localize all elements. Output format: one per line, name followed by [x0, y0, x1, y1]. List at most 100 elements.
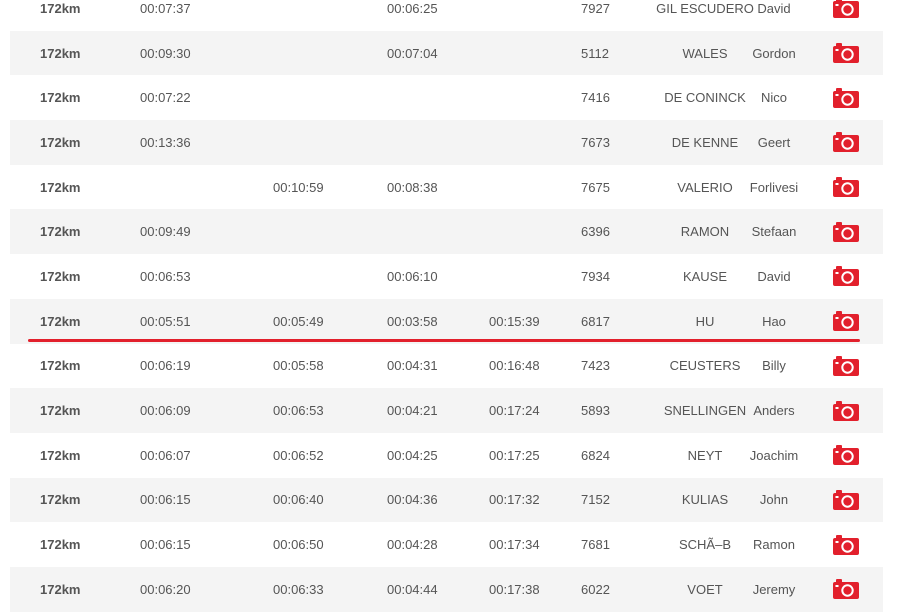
split-time-4-cell: 00:17:34 [489, 537, 540, 553]
split-time-4-cell: 00:17:38 [489, 581, 540, 597]
distance-cell: 172km [40, 313, 81, 329]
table-row: 172km 00:09:49 6396 RAMON Stefaan [10, 209, 883, 255]
photo-link[interactable] [833, 165, 859, 210]
camera-icon[interactable] [833, 579, 859, 600]
photo-link[interactable] [833, 478, 859, 523]
table-row: 172km 00:09:30 00:07:04 5112 WALES Gordo… [10, 30, 883, 76]
bib-number-cell: 6022 [581, 581, 610, 597]
photo-link[interactable] [833, 344, 859, 389]
first-name-cell: Geert [757, 134, 791, 150]
split-time-2-cell: 00:06:50 [273, 537, 324, 553]
table-row: 172km 00:06:15 00:06:40 00:04:36 00:17:3… [10, 477, 883, 523]
table-row: 172km 00:06:20 00:06:33 00:04:44 00:17:3… [10, 566, 883, 612]
split-time-1-cell: 00:06:53 [140, 268, 191, 284]
photo-link[interactable] [833, 522, 859, 567]
results-table: 172km 00:07:37 00:06:25 7927 GIL ESCUDER… [10, 0, 883, 612]
photo-link[interactable] [833, 209, 859, 254]
distance-cell: 172km [40, 90, 81, 106]
distance-cell: 172km [40, 358, 81, 374]
distance-cell: 172km [40, 224, 81, 240]
photo-link[interactable] [833, 120, 859, 165]
distance-cell: 172km [40, 0, 81, 16]
distance-cell: 172km [40, 581, 81, 597]
distance-cell: 172km [40, 492, 81, 508]
distance-cell: 172km [40, 179, 81, 195]
split-time-4-cell: 00:17:25 [489, 447, 540, 463]
table-row: 172km 00:06:19 00:05:58 00:04:31 00:16:4… [10, 344, 883, 389]
bib-number-cell: 6396 [581, 224, 610, 240]
first-name-cell: John [759, 492, 789, 508]
camera-icon[interactable] [833, 445, 859, 466]
split-time-1-cell: 00:06:15 [140, 537, 191, 553]
camera-icon[interactable] [833, 266, 859, 287]
split-time-1-cell: 00:05:51 [140, 313, 191, 329]
photo-link[interactable] [833, 254, 859, 299]
split-time-3-cell: 00:04:25 [387, 447, 438, 463]
bib-number-cell: 7675 [581, 179, 610, 195]
bib-number-cell: 5112 [581, 45, 609, 61]
split-time-3-cell: 00:04:31 [387, 358, 438, 374]
table-row: 172km 00:10:59 00:08:38 7675 VALERIO For… [10, 165, 883, 210]
distance-cell: 172km [40, 45, 81, 61]
photo-link[interactable] [833, 433, 859, 478]
photo-link[interactable] [833, 388, 859, 433]
camera-icon[interactable] [833, 221, 859, 242]
photo-link[interactable] [833, 299, 859, 344]
split-time-4-cell: 00:17:32 [489, 492, 540, 508]
split-time-2-cell: 00:05:49 [273, 313, 324, 329]
first-name-cell: Gordon [752, 45, 796, 61]
first-name-cell: Hao [762, 313, 786, 329]
split-time-3-cell: 00:03:58 [387, 313, 438, 329]
table-row: 172km 00:05:51 00:05:49 00:03:58 00:15:3… [10, 298, 883, 344]
split-time-3-cell: 00:04:21 [387, 403, 438, 419]
camera-icon[interactable] [833, 534, 859, 555]
bib-number-cell: 7423 [581, 358, 610, 374]
split-time-1-cell: 00:06:20 [140, 581, 191, 597]
table-row: 172km 00:07:22 7416 DE CONINCK Nico [10, 75, 883, 120]
split-time-2-cell: 00:06:52 [273, 447, 324, 463]
camera-icon[interactable] [833, 0, 859, 19]
table-row: 172km 00:06:53 00:06:10 7934 KAUSE David [10, 254, 883, 299]
camera-icon[interactable] [833, 489, 859, 510]
first-name-cell: Forlivesi [749, 179, 799, 195]
split-time-1-cell: 00:09:49 [140, 224, 191, 240]
first-name-cell: Stefaan [751, 224, 797, 240]
split-time-1-cell: 00:09:30 [140, 45, 191, 61]
camera-icon[interactable] [833, 132, 859, 153]
photo-link[interactable] [833, 31, 859, 76]
split-time-1-cell: 00:07:22 [140, 90, 191, 106]
split-time-2-cell: 00:06:33 [273, 581, 324, 597]
bib-number-cell: 7681 [581, 537, 610, 553]
first-name-cell: Billy [762, 358, 786, 374]
camera-icon[interactable] [833, 355, 859, 376]
highlight-underline [28, 339, 860, 342]
camera-icon[interactable] [833, 177, 859, 198]
camera-icon[interactable] [833, 43, 859, 64]
split-time-2-cell: 00:06:40 [273, 492, 324, 508]
bib-number-cell: 7927 [581, 0, 610, 16]
distance-cell: 172km [40, 403, 81, 419]
camera-icon[interactable] [833, 87, 859, 108]
first-name-cell: Ramon [753, 537, 795, 553]
split-time-1-cell: 00:06:09 [140, 403, 191, 419]
split-time-3-cell: 00:06:10 [387, 268, 438, 284]
distance-cell: 172km [40, 447, 81, 463]
photo-link[interactable] [833, 75, 859, 120]
first-name-cell: Anders [753, 403, 795, 419]
photo-link[interactable] [833, 567, 859, 612]
camera-icon[interactable] [833, 311, 859, 332]
split-time-3-cell: 00:08:38 [387, 179, 438, 195]
bib-number-cell: 7416 [581, 90, 610, 106]
first-name-cell: David [757, 268, 791, 284]
distance-cell: 172km [40, 134, 81, 150]
photo-link[interactable] [833, 0, 859, 31]
split-time-2-cell: 00:06:53 [273, 403, 324, 419]
first-name-cell: Nico [760, 90, 787, 106]
split-time-4-cell: 00:15:39 [489, 313, 540, 329]
camera-icon[interactable] [833, 400, 859, 421]
first-name-cell: Jeremy [752, 581, 796, 597]
split-time-4-cell: 00:17:24 [489, 403, 540, 419]
bib-number-cell: 7152 [581, 492, 610, 508]
table-row: 172km 00:06:07 00:06:52 00:04:25 00:17:2… [10, 433, 883, 478]
table-row: 172km 00:06:15 00:06:50 00:04:28 00:17:3… [10, 522, 883, 567]
